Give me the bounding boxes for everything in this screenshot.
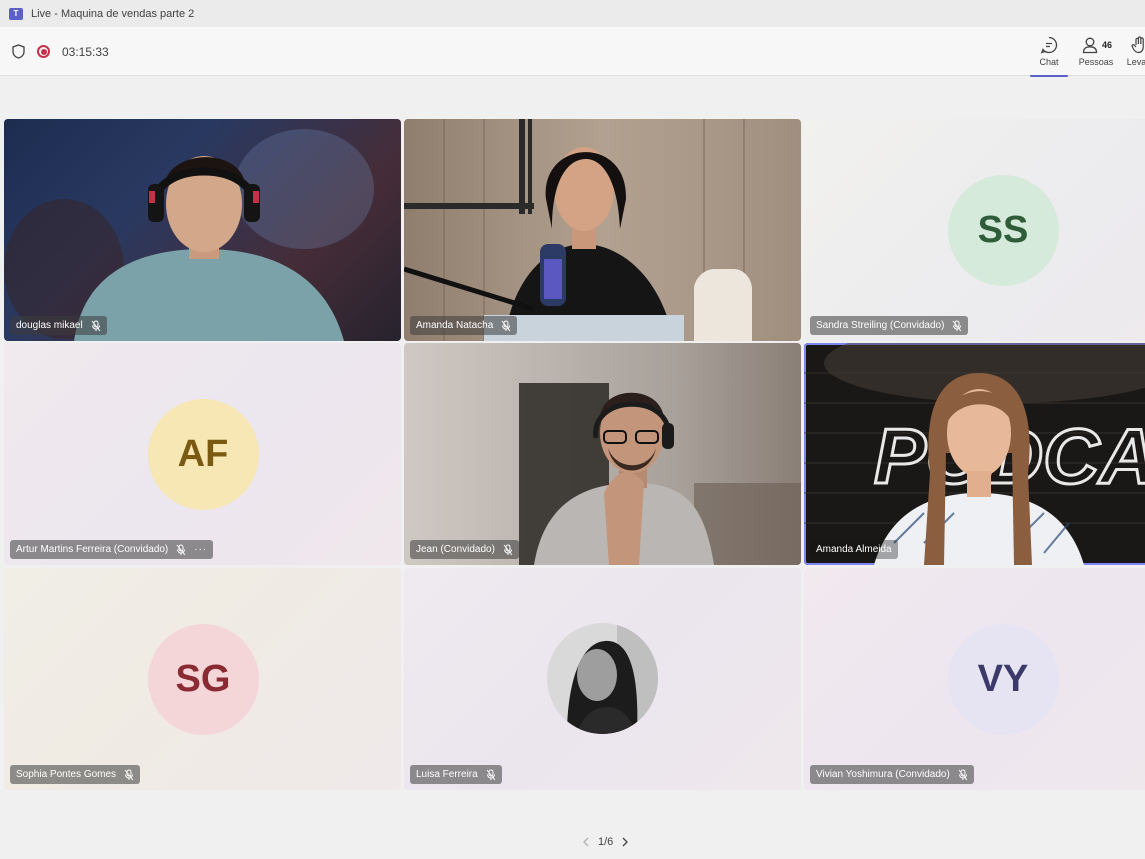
avatar: VY	[947, 624, 1059, 735]
participant-tile[interactable]: Amanda Natacha	[404, 119, 801, 341]
chat-icon	[1040, 36, 1058, 54]
window-title: Live - Maquina de vendas parte 2	[31, 7, 195, 20]
participant-tile[interactable]: douglas mikael	[4, 119, 401, 341]
mic-off-icon	[958, 769, 968, 780]
participant-tile[interactable]: Luisa Ferreira	[404, 568, 801, 790]
participant-name-tag: Vivian Yoshimura (Convidado)	[810, 765, 974, 784]
participant-tile-active[interactable]: PODCAP Amanda Almeida	[804, 343, 1145, 565]
chat-label: Chat	[1039, 57, 1059, 67]
participant-name: douglas mikael	[16, 320, 83, 331]
participant-tile[interactable]: SG Sophia Pontes Gomes	[4, 568, 401, 790]
raise-hand-label: Levan	[1126, 57, 1145, 67]
participant-tile[interactable]: AF Artur Martins Ferreira (Convidado) ··…	[4, 343, 401, 565]
raise-hand-button[interactable]: Levan	[1124, 35, 1145, 73]
participant-name: Luisa Ferreira	[416, 769, 478, 780]
people-label: Pessoas	[1078, 57, 1114, 67]
people-icon	[1082, 37, 1098, 54]
participant-name-tag: douglas mikael	[10, 316, 107, 335]
participant-name-tag: Jean (Convidado)	[410, 540, 519, 559]
participant-name: Artur Martins Ferreira (Convidado)	[16, 544, 169, 555]
people-button[interactable]: 46 Pessoas	[1078, 35, 1114, 73]
participant-name: Vivian Yoshimura (Convidado)	[816, 769, 950, 780]
video-feed	[4, 119, 401, 341]
chat-active-indicator	[1030, 75, 1068, 77]
more-options-button[interactable]: ···	[194, 544, 207, 555]
avatar: SS	[947, 175, 1059, 286]
people-count: 46	[1101, 40, 1112, 50]
avatar: AF	[147, 399, 259, 510]
chevron-left-icon[interactable]	[580, 836, 592, 848]
participant-tile[interactable]: SS Sandra Streiling (Convidado)	[804, 119, 1145, 341]
page-indicator: 1/6	[598, 836, 614, 848]
mic-off-icon	[501, 320, 511, 331]
gallery-pager: 1/6	[574, 836, 637, 848]
participant-name-tag: Sophia Pontes Gomes	[10, 765, 141, 784]
video-feed: PODCAP	[804, 343, 1145, 565]
participant-name-tag: Luisa Ferreira	[410, 765, 502, 784]
participant-name-tag: Amanda Natacha	[410, 316, 518, 335]
mic-off-icon	[953, 320, 962, 331]
participant-name: Sandra Streiling (Convidado)	[816, 320, 945, 331]
participant-name-tag: Amanda Almeida	[810, 540, 898, 559]
teams-logo-icon: T	[9, 7, 23, 20]
video-feed	[404, 119, 752, 341]
meeting-timer: 03:15:33	[62, 45, 109, 59]
video-feed	[519, 383, 801, 565]
participant-name: Sophia Pontes Gomes	[16, 769, 117, 780]
participant-name: Jean (Convidado)	[416, 544, 495, 555]
participant-name: Amanda Almeida	[816, 544, 892, 555]
chat-button[interactable]: Chat	[1030, 35, 1068, 77]
participant-tile[interactable]: VY Vivian Yoshimura (Convidado)	[804, 568, 1145, 790]
avatar	[547, 623, 658, 734]
meeting-toolbar: 03:15:33 Chat 46 Pessoas Levan	[0, 27, 1145, 77]
hand-icon	[1131, 36, 1144, 54]
mic-off-icon	[124, 769, 134, 780]
mic-off-icon	[486, 769, 496, 780]
title-bar: T Live - Maquina de vendas parte 2	[0, 0, 1145, 27]
shield-icon[interactable]	[12, 44, 25, 59]
participant-tile[interactable]: Jean (Convidado)	[404, 343, 801, 565]
chevron-right-icon[interactable]	[619, 836, 631, 848]
mic-off-icon	[503, 544, 513, 555]
mic-off-icon	[176, 544, 186, 555]
recording-icon	[37, 45, 50, 58]
participant-name: Amanda Natacha	[416, 320, 494, 331]
mic-off-icon	[91, 320, 101, 331]
participant-name-tag: Artur Martins Ferreira (Convidado) ···	[10, 540, 214, 559]
avatar: SG	[147, 624, 259, 735]
participant-name-tag: Sandra Streiling (Convidado)	[810, 316, 969, 335]
